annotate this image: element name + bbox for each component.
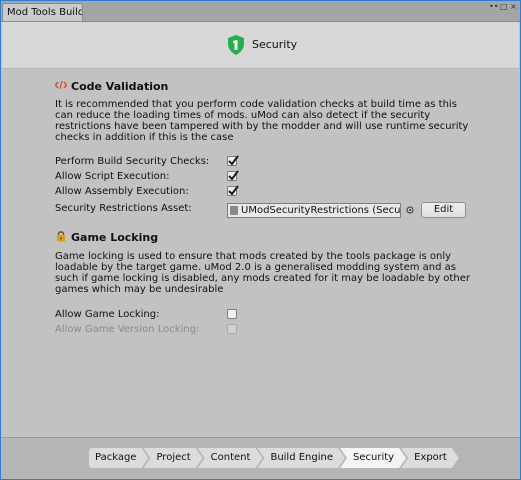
close-icon[interactable]: × [510,2,517,11]
perform-build-security-checks-checkbox[interactable] [227,155,239,166]
code-validation-description: It is recommended that you perform code … [55,99,469,143]
allow-script-execution-label: Allow Script Execution: [55,171,170,182]
object-picker-icon[interactable] [406,206,414,214]
step-breadcrumb: Package Project Content Build Engine Sec… [89,448,460,468]
game-locking-title: Game Locking [71,231,159,244]
wizard-footer: Package Project Content Build Engine Sec… [1,437,520,479]
step-package[interactable]: Package [89,448,148,468]
allow-game-locking-label: Allow Game Locking: [55,309,160,320]
security-settings: Code Validation It is recommended that y… [1,68,520,479]
checkmark-icon [228,155,239,166]
code-validation-title: Code Validation [71,80,169,93]
security-restrictions-asset-field[interactable]: UModSecurityRestrictions (Securi [227,203,401,218]
step-project[interactable]: Project [143,448,202,468]
allow-script-execution-checkbox[interactable] [227,170,239,181]
menu-icon[interactable]: •• [489,2,498,11]
allow-game-locking-checkbox[interactable] [227,309,237,319]
checkmark-icon [228,170,239,181]
perform-build-security-checks-label: Perform Build Security Checks: [55,156,210,167]
allow-assembly-execution-checkbox[interactable] [227,185,239,196]
edit-button[interactable]: Edit [421,202,466,218]
tab-bar: Mod Tools Build •• □ × [1,1,520,22]
scriptable-object-icon [230,206,238,215]
allow-assembly-execution-label: Allow Assembly Execution: [55,186,189,197]
asset-value: UModSecurityRestrictions (Securi [241,205,401,216]
allow-game-version-locking-label: Allow Game Version Locking: [55,324,200,335]
step-build-engine[interactable]: Build Engine [257,448,345,468]
maximize-icon[interactable]: □ [500,2,508,11]
page-header: Security [2,22,519,69]
game-locking-description: Game locking is used to ensure that mods… [55,251,470,295]
step-content[interactable]: Content [198,448,263,468]
mod-tools-build-window: Mod Tools Build •• □ × Security Code Val… [0,0,521,480]
security-restrictions-asset-label: Security Restrictions Asset: [55,203,192,214]
code-icon [55,80,67,90]
shield-icon [228,35,244,55]
step-security[interactable]: Security [340,448,406,468]
page-title: Security [252,38,298,51]
checkmark-icon [228,185,239,196]
tab-mod-tools-build[interactable]: Mod Tools Build [2,3,83,21]
step-export[interactable]: Export [401,448,459,468]
lock-icon [57,231,65,242]
allow-game-version-locking-checkbox [227,324,237,334]
